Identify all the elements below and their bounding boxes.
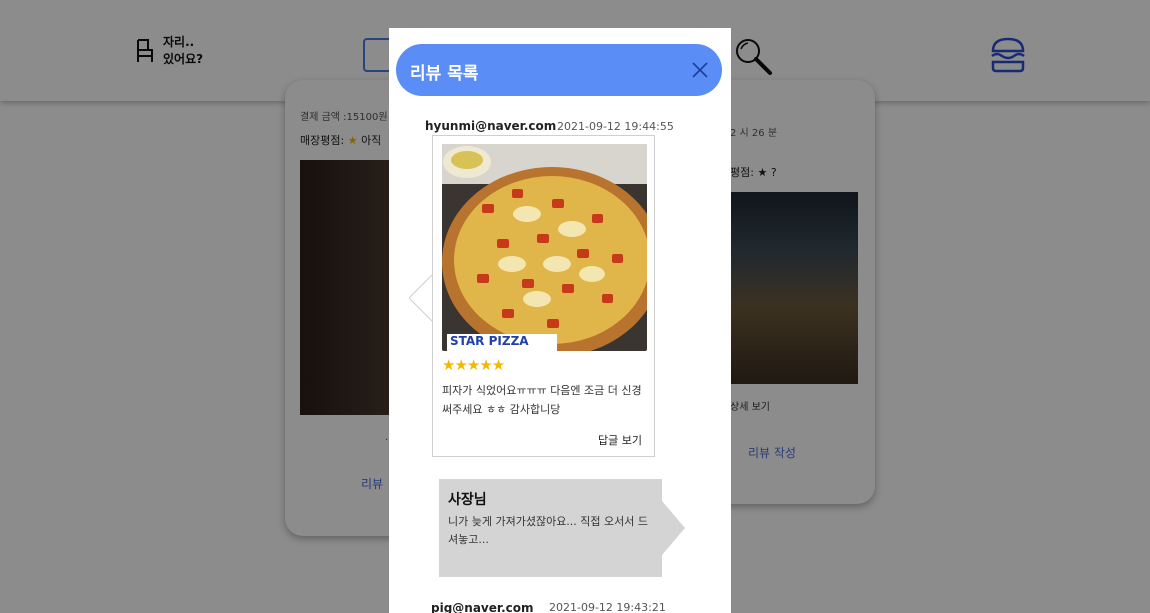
owner-reply-text: 니가 늦게 가져가셨잖아요... 직접 오서서 드셔놓고... xyxy=(448,515,649,546)
view-reply-button[interactable]: 답글 보기 xyxy=(598,432,642,448)
reviewer-email: hyunmi@naver.com xyxy=(425,119,557,133)
pizza-image xyxy=(442,144,647,351)
modal-header: 리뷰 목록 xyxy=(396,44,722,96)
rating-stars: ★★★★★ xyxy=(442,356,505,374)
modal-title: 리뷰 목록 xyxy=(410,64,479,84)
review-text: 피자가 식었어요ㅠㅠㅠ 다음엔 조금 더 신경 써주세요 ㅎㅎ 감사합니당 xyxy=(442,384,642,416)
owner-reply: 사장님 니가 늦게 가져가셨잖아요... 직접 오서서 드셔놓고... xyxy=(439,479,689,577)
review-date: 2021-09-12 19:44:55 xyxy=(557,120,674,133)
close-icon[interactable] xyxy=(688,58,712,82)
pizza-brand-logo: STAR PIZZA xyxy=(450,334,529,348)
review-date: 2021-09-12 19:43:21 xyxy=(549,601,666,613)
reviewer-email: pig@naver.com xyxy=(431,601,534,613)
review-card: STAR PIZZA ★★★★★ 피자가 식었어요ㅠㅠㅠ 다음엔 조금 더 신경… xyxy=(432,135,655,457)
owner-name: 사장님 xyxy=(448,492,487,508)
review-photo: STAR PIZZA xyxy=(442,144,647,351)
review-list-modal: 리뷰 목록 hyunmi@naver.com 2021-09-12 19:44:… xyxy=(389,28,731,613)
